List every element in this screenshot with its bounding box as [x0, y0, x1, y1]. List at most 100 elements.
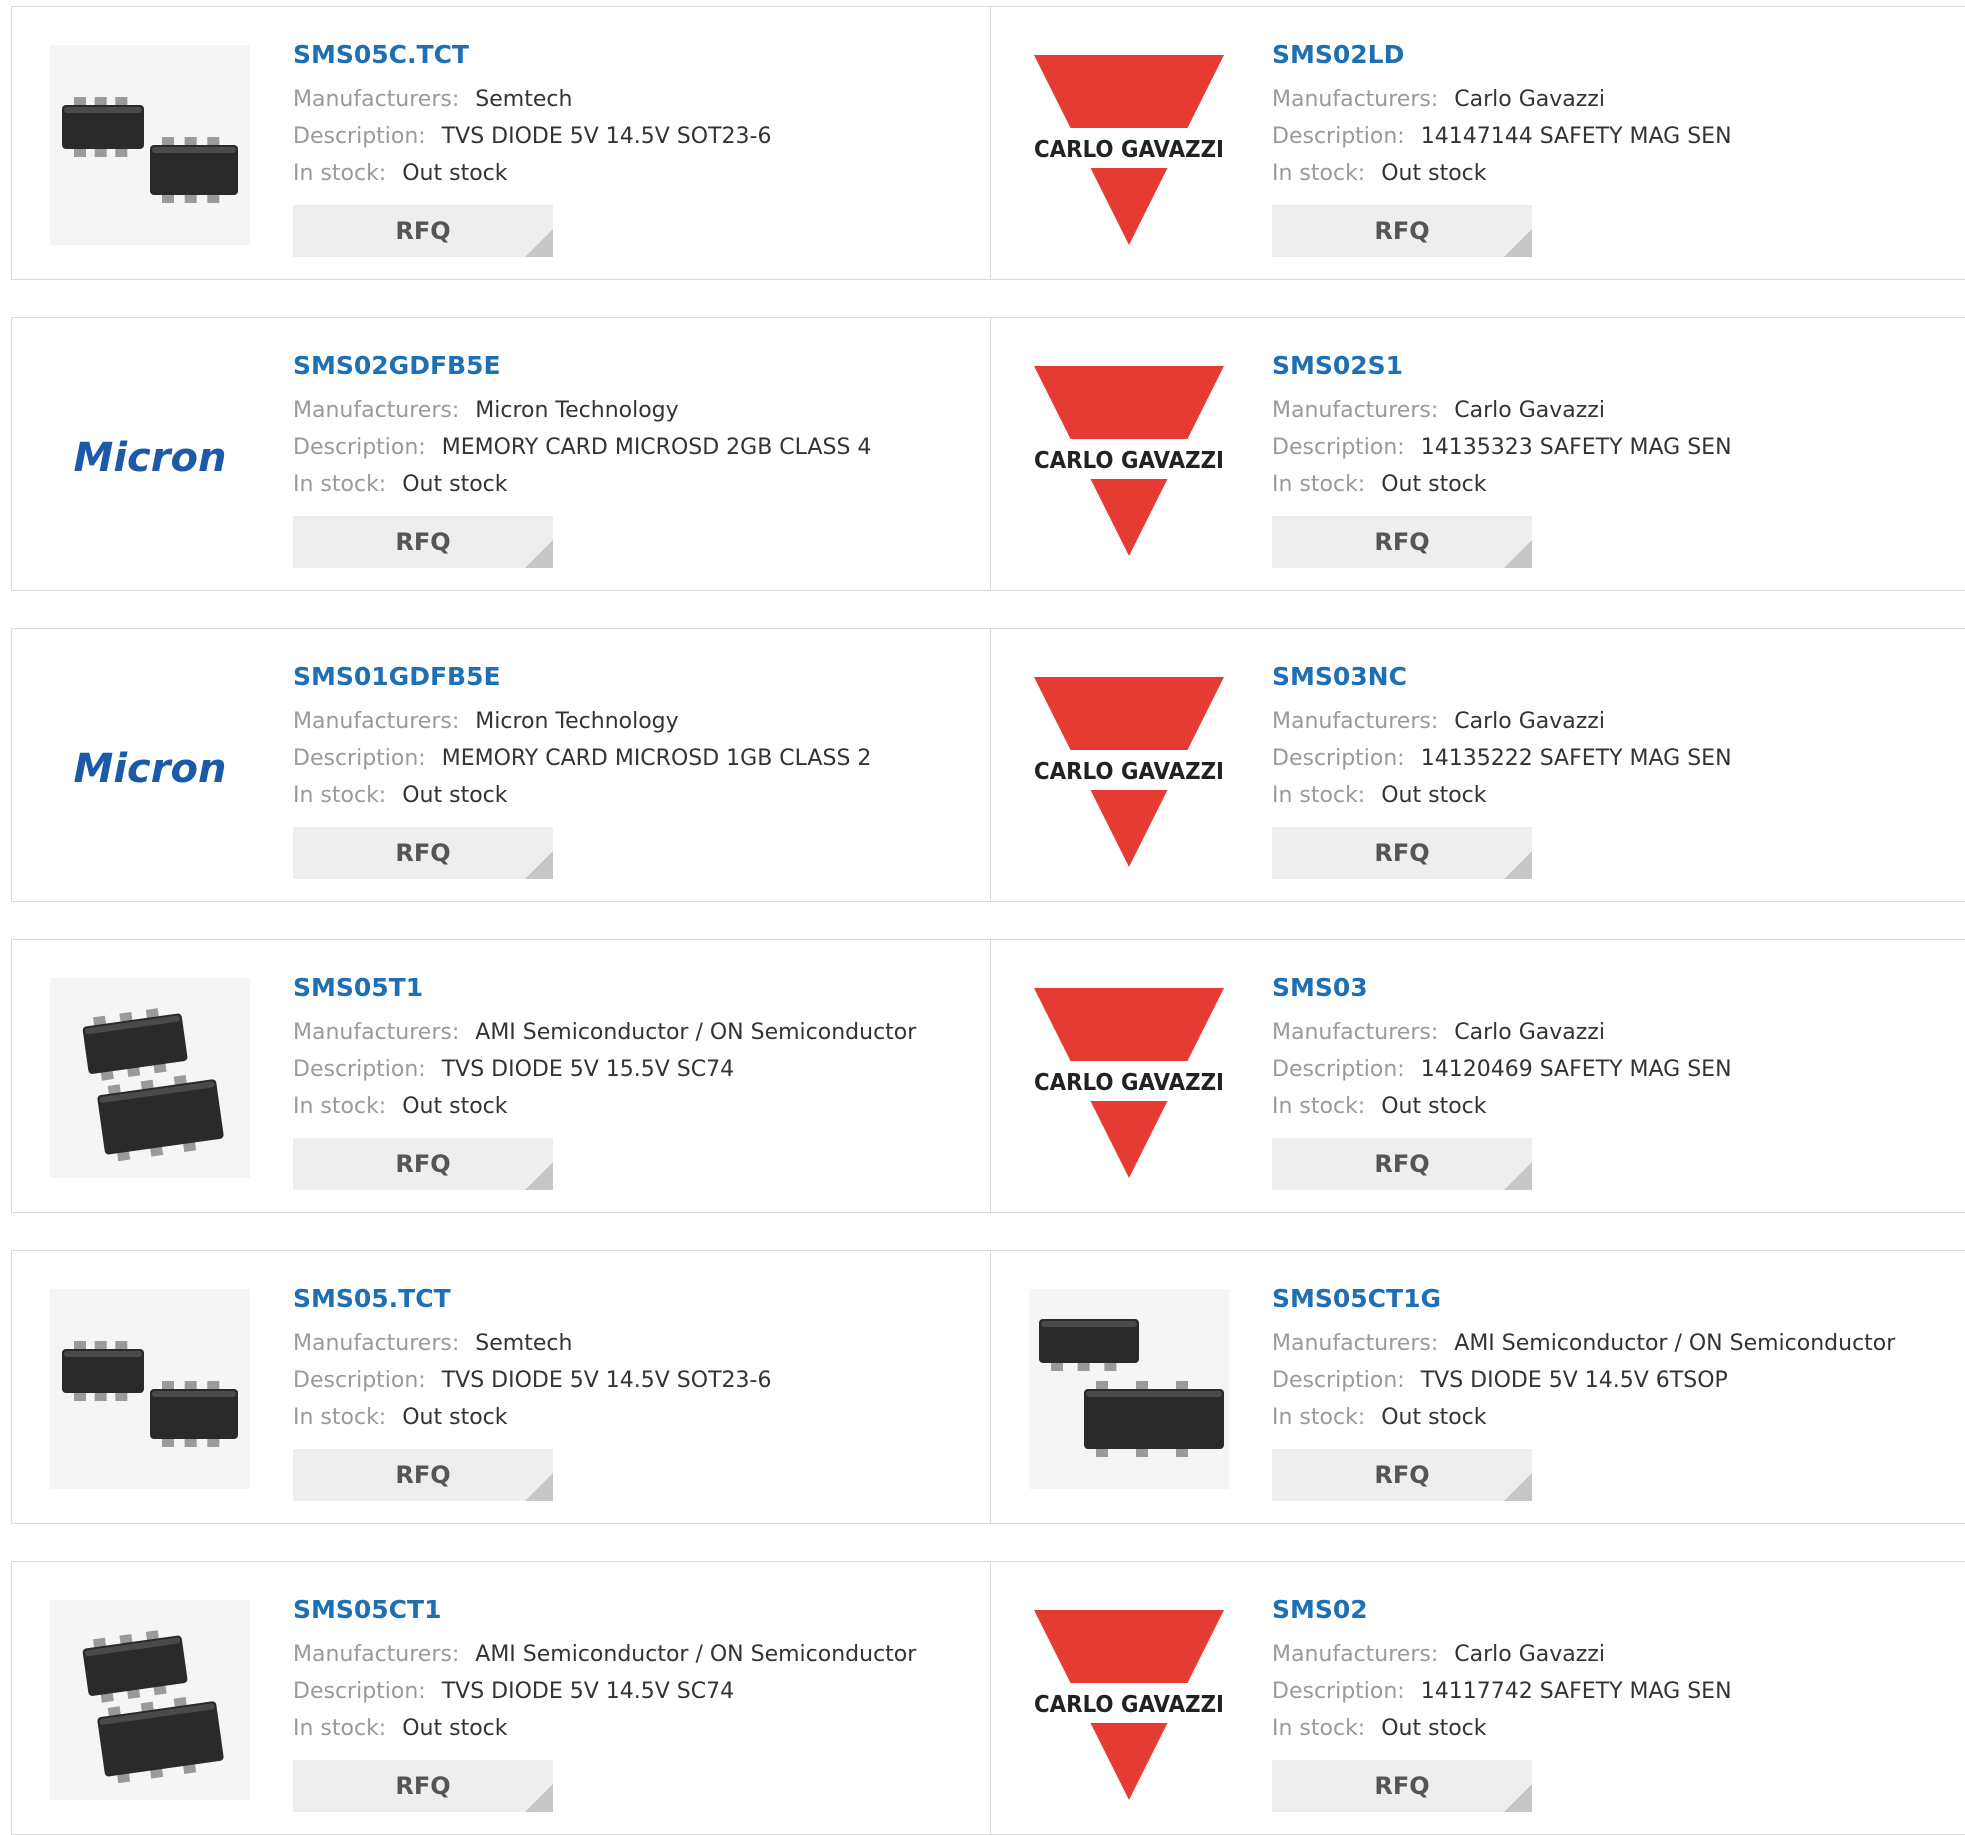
manufacturer-line: Manufacturers: Semtech: [293, 81, 973, 118]
tsop6-chip-icon[interactable]: [1029, 1289, 1229, 1489]
manufacturer-label: Manufacturers:: [1272, 87, 1439, 112]
sc74-chip-icon[interactable]: [50, 1600, 250, 1800]
part-number-link[interactable]: SMS03NC: [1272, 661, 1952, 693]
description-value: MEMORY CARD MICROSD 2GB CLASS 4: [441, 435, 872, 460]
part-number-link[interactable]: SMS02LD: [1272, 39, 1952, 71]
carlo-gavazzi-logo[interactable]: CARLO GAVAZZI: [1029, 1600, 1229, 1800]
manufacturer-line: Manufacturers: Carlo Gavazzi: [1272, 1636, 1952, 1673]
description-value: TVS DIODE 5V 14.5V SOT23-6: [441, 1368, 772, 1393]
manufacturer-line: Manufacturers: Micron Technology: [293, 392, 973, 429]
part-number-link[interactable]: SMS05CT1G: [1272, 1283, 1952, 1315]
description-value: 14135323 SAFETY MAG SEN: [1420, 435, 1732, 460]
product-row: Micron SMS01GDFB5E Manufacturers: Micron …: [11, 628, 1965, 902]
description-label: Description:: [1272, 435, 1405, 460]
stock-line: In stock: Out stock: [293, 155, 973, 192]
rfq-label: RFQ: [1374, 528, 1430, 556]
description-label: Description:: [293, 435, 426, 460]
part-number-link[interactable]: SMS05C.TCT: [293, 39, 973, 71]
rfq-button[interactable]: RFQ: [1272, 1449, 1532, 1501]
product-info: SMS01GDFB5E Manufacturers: Micron Technol…: [293, 661, 973, 879]
corner-fold-icon: [1504, 1473, 1532, 1501]
manufacturer-value: Semtech: [475, 1331, 573, 1356]
rfq-label: RFQ: [1374, 217, 1430, 245]
part-number-link[interactable]: SMS02GDFB5E: [293, 350, 973, 382]
stock-value: Out stock: [402, 783, 508, 808]
description-label: Description:: [1272, 746, 1405, 771]
manufacturer-label: Manufacturers:: [1272, 1020, 1439, 1045]
rfq-button[interactable]: RFQ: [293, 516, 553, 568]
manufacturer-label: Manufacturers:: [293, 1642, 460, 1667]
sot23-6-chip-icon[interactable]: [50, 1289, 250, 1489]
product-card: SMS05.TCT Manufacturers: Semtech Descript…: [12, 1251, 990, 1523]
carlo-gavazzi-logo[interactable]: CARLO GAVAZZI: [1029, 45, 1229, 245]
rfq-button[interactable]: RFQ: [293, 827, 553, 879]
manufacturer-label: Manufacturers:: [1272, 709, 1439, 734]
manufacturer-line: Manufacturers: Carlo Gavazzi: [1272, 703, 1952, 740]
sc74-chip-icon[interactable]: [50, 978, 250, 1178]
corner-fold-icon: [525, 1162, 553, 1190]
description-line: Description: TVS DIODE 5V 14.5V SOT23-6: [293, 1362, 973, 1399]
micron-logo[interactable]: Micron: [50, 356, 250, 556]
product-card: SMS05T1 Manufacturers: AMI Semiconductor …: [12, 940, 990, 1212]
logo-text: Micron: [74, 435, 227, 481]
product-info: SMS02LD Manufacturers: Carlo Gavazzi Desc…: [1272, 39, 1952, 257]
carlo-gavazzi-logo[interactable]: CARLO GAVAZZI: [1029, 667, 1229, 867]
stock-line: In stock: Out stock: [293, 1710, 973, 1747]
rfq-button[interactable]: RFQ: [1272, 827, 1532, 879]
description-label: Description:: [293, 124, 426, 149]
rfq-button[interactable]: RFQ: [1272, 516, 1532, 568]
part-number-link[interactable]: SMS01GDFB5E: [293, 661, 973, 693]
manufacturer-line: Manufacturers: Micron Technology: [293, 703, 973, 740]
rfq-button[interactable]: RFQ: [1272, 205, 1532, 257]
product-info: SMS05CT1 Manufacturers: AMI Semiconductor…: [293, 1594, 973, 1812]
stock-line: In stock: Out stock: [293, 1088, 973, 1125]
product-card: CARLO GAVAZZI SMS02S1 Manufacturers: Carl…: [990, 318, 1965, 590]
rfq-button[interactable]: RFQ: [1272, 1760, 1532, 1812]
manufacturer-line: Manufacturers: AMI Semiconductor / ON Sem…: [293, 1014, 973, 1051]
manufacturer-value: Carlo Gavazzi: [1454, 1020, 1605, 1045]
product-card: CARLO GAVAZZI SMS03NC Manufacturers: Carl…: [990, 629, 1965, 901]
rfq-button[interactable]: RFQ: [1272, 1138, 1532, 1190]
corner-fold-icon: [1504, 540, 1532, 568]
stock-label: In stock:: [293, 1716, 387, 1741]
part-number-link[interactable]: SMS02: [1272, 1594, 1952, 1626]
rfq-label: RFQ: [1374, 1150, 1430, 1178]
part-number-link[interactable]: SMS05CT1: [293, 1594, 973, 1626]
product-card: SMS05CT1G Manufacturers: AMI Semiconducto…: [990, 1251, 1965, 1523]
description-line: Description: MEMORY CARD MICROSD 1GB CLAS…: [293, 740, 973, 777]
description-label: Description:: [1272, 1368, 1405, 1393]
corner-fold-icon: [525, 540, 553, 568]
corner-fold-icon: [525, 1784, 553, 1812]
part-number-link[interactable]: SMS05.TCT: [293, 1283, 973, 1315]
stock-line: In stock: Out stock: [1272, 466, 1952, 503]
rfq-button[interactable]: RFQ: [293, 205, 553, 257]
stock-value: Out stock: [402, 472, 508, 497]
description-label: Description:: [293, 746, 426, 771]
corner-fold-icon: [1504, 1162, 1532, 1190]
logo-text: CARLO GAVAZZI: [1034, 1070, 1224, 1096]
stock-value: Out stock: [1381, 1094, 1487, 1119]
stock-line: In stock: Out stock: [1272, 1399, 1952, 1436]
micron-logo[interactable]: Micron: [50, 667, 250, 867]
part-number-link[interactable]: SMS03: [1272, 972, 1952, 1004]
rfq-button[interactable]: RFQ: [293, 1449, 553, 1501]
product-card: Micron SMS01GDFB5E Manufacturers: Micron …: [12, 629, 990, 901]
carlo-gavazzi-logo[interactable]: CARLO GAVAZZI: [1029, 978, 1229, 1178]
manufacturer-value: Micron Technology: [475, 398, 679, 423]
stock-label: In stock:: [293, 472, 387, 497]
stock-label: In stock:: [1272, 1094, 1366, 1119]
product-info: SMS03 Manufacturers: Carlo Gavazzi Descri…: [1272, 972, 1952, 1190]
stock-value: Out stock: [402, 1405, 508, 1430]
product-row: SMS05.TCT Manufacturers: Semtech Descript…: [11, 1250, 1965, 1524]
sot23-6-chip-icon[interactable]: [50, 45, 250, 245]
part-number-link[interactable]: SMS05T1: [293, 972, 973, 1004]
rfq-button[interactable]: RFQ: [293, 1760, 553, 1812]
stock-line: In stock: Out stock: [293, 777, 973, 814]
rfq-label: RFQ: [395, 528, 451, 556]
rfq-button[interactable]: RFQ: [293, 1138, 553, 1190]
product-info: SMS05T1 Manufacturers: AMI Semiconductor …: [293, 972, 973, 1190]
manufacturer-line: Manufacturers: Carlo Gavazzi: [1272, 392, 1952, 429]
part-number-link[interactable]: SMS02S1: [1272, 350, 1952, 382]
carlo-gavazzi-logo[interactable]: CARLO GAVAZZI: [1029, 356, 1229, 556]
product-info: SMS05.TCT Manufacturers: Semtech Descript…: [293, 1283, 973, 1501]
